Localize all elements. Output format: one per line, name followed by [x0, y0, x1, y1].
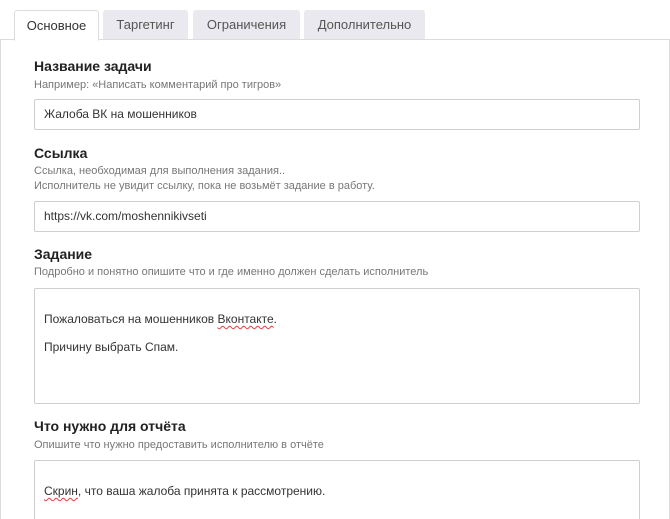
tab-bar: Основное Таргетинг Ограничения Дополните… — [0, 0, 670, 41]
tab-restrictions[interactable]: Ограничения — [193, 10, 300, 39]
task-label: Задание — [34, 246, 93, 262]
task-name-label: Название задачи — [34, 58, 152, 74]
link-hint-line1: Ссылка, необходимая для выполнения задан… — [34, 165, 286, 177]
link-label: Ссылка — [34, 145, 88, 161]
tab-targeting[interactable]: Таргетинг — [103, 10, 188, 39]
report-hint: Опишите что нужно предоставить исполните… — [34, 439, 324, 451]
tab-main[interactable]: Основное — [14, 10, 99, 41]
misspelled-word: Вконтакте — [217, 312, 274, 326]
task-hint: Подробно и понятно опишите что и где име… — [34, 266, 429, 278]
report-label: Что нужно для отчёта — [34, 418, 186, 434]
task-text-line2: Причину выбрать Спам. — [44, 340, 179, 354]
tab-content-main: Название задачи Например: «Написать комм… — [0, 40, 670, 519]
misspelled-word: Скрин — [44, 484, 78, 498]
report-textarea[interactable]: Скрин, что ваша жалоба принята к рассмот… — [34, 460, 640, 519]
link-input[interactable]: https://vk.com/moshennikivseti — [34, 201, 640, 232]
task-text-line1: Пожаловаться на мошенников Вконтакте. — [44, 312, 277, 326]
report-text-line1: Скрин, что ваша жалоба принята к рассмот… — [44, 484, 326, 498]
task-name-input[interactable]: Жалоба ВК на мошенников — [34, 99, 640, 130]
tab-additional[interactable]: Дополнительно — [304, 10, 425, 39]
link-hint-line2: Исполнитель не увидит ссылку, пока не во… — [34, 180, 375, 192]
task-form-page: Основное Таргетинг Ограничения Дополните… — [0, 0, 670, 519]
task-textarea[interactable]: Пожаловаться на мошенников Вконтакте. Пр… — [34, 288, 640, 404]
task-name-hint: Например: «Написать комментарий про тигр… — [34, 79, 282, 91]
